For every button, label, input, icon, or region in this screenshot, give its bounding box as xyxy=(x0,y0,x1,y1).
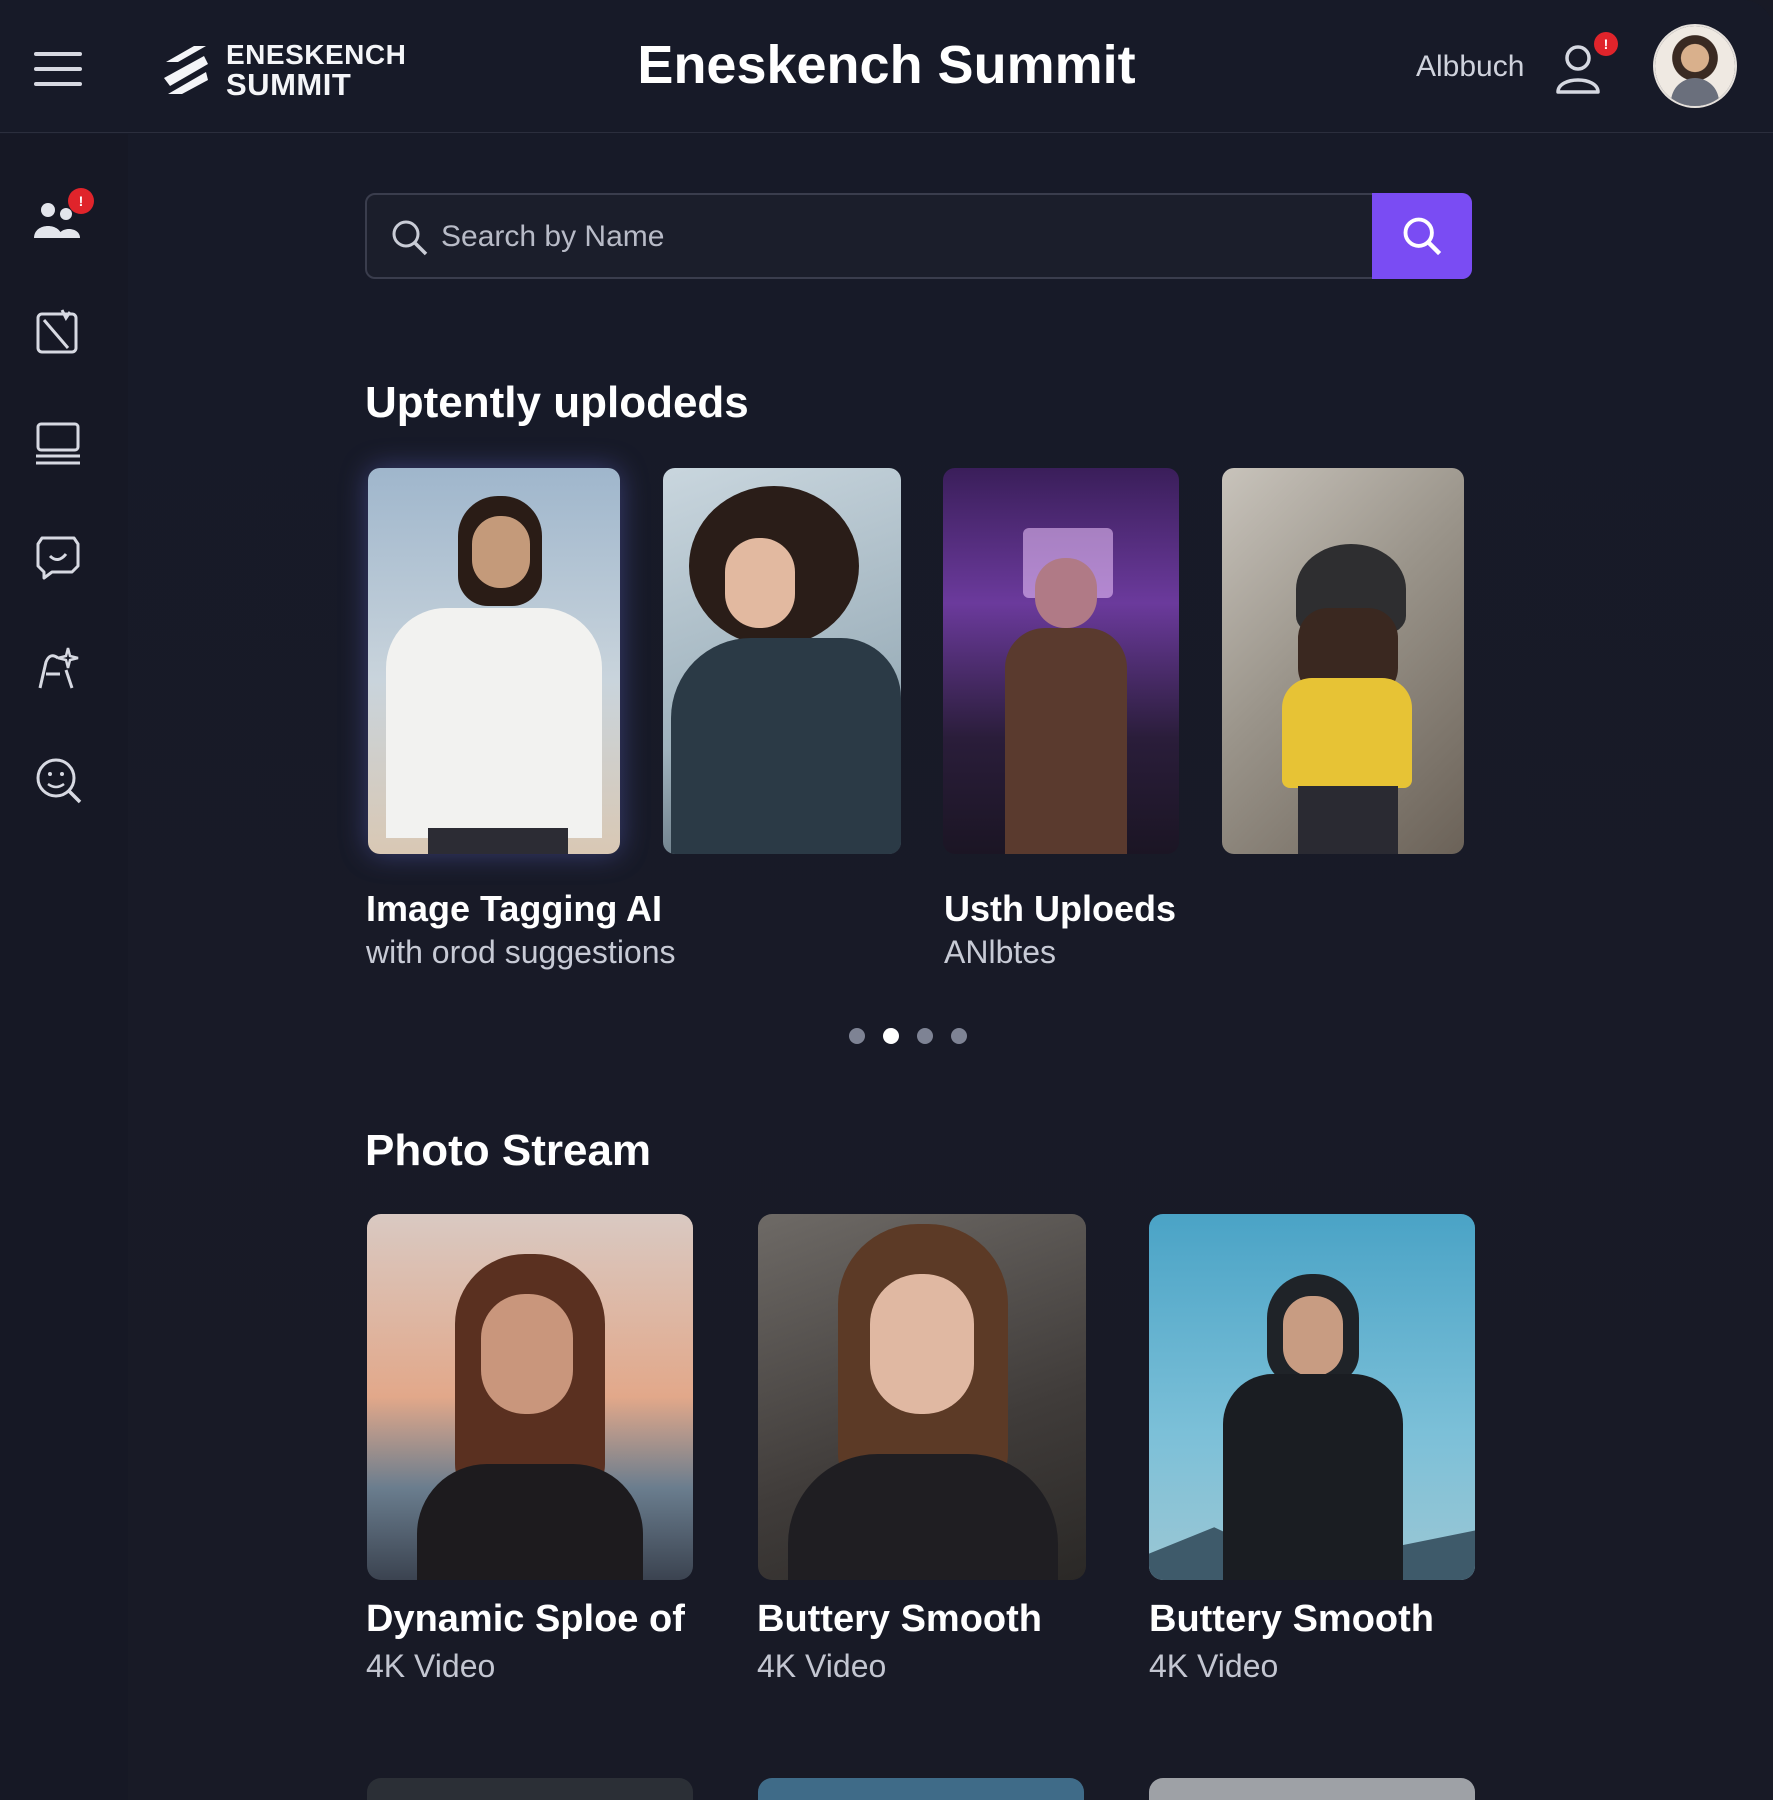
sidebar: ! xyxy=(0,134,128,1800)
stream-card-peek[interactable] xyxy=(367,1778,693,1800)
uploaded-caption-sub: with orod suggestions xyxy=(366,934,676,970)
stream-caption-sub: 4K Video xyxy=(757,1648,887,1684)
uploaded-caption-sub: ANlbtes xyxy=(944,934,1057,970)
logo-wordmark: ENESKENCH SUMMIT xyxy=(226,39,407,102)
carousel-pagination xyxy=(849,1028,967,1044)
stream-card-peek[interactable] xyxy=(758,1778,1084,1800)
header-link[interactable]: Albbuch xyxy=(1416,50,1524,84)
menu-icon[interactable] xyxy=(34,52,82,86)
stream-caption-sub: 4K Video xyxy=(1149,1648,1279,1684)
sidebar-item-devices[interactable] xyxy=(28,414,88,474)
stream-caption-title: Dynamic Sploe of xyxy=(366,1598,685,1640)
stream-section-title: Photo Stream xyxy=(365,1126,652,1175)
carousel-dot[interactable] xyxy=(917,1028,933,1044)
uploaded-caption-title: Usth Uploeds xyxy=(944,888,1177,929)
search-button[interactable] xyxy=(1372,193,1472,279)
uploaded-caption-title: Image Tagging AI xyxy=(366,888,663,929)
stream-caption-sub: 4K Video xyxy=(366,1648,496,1684)
people-badge: ! xyxy=(68,188,94,214)
logo-mark-icon xyxy=(164,46,208,94)
uploaded-section-title: Uptently uplodeds xyxy=(365,378,749,427)
search-input[interactable] xyxy=(441,211,1321,263)
magic-sparkle-icon xyxy=(38,647,79,689)
stream-card-peek[interactable] xyxy=(1149,1778,1475,1800)
stream-card[interactable] xyxy=(1149,1214,1475,1580)
top-bar: ENESKENCH SUMMIT Eneskench Summit Albbuc… xyxy=(0,0,1773,133)
app-window: ENESKENCH SUMMIT Eneskench Summit Albbuc… xyxy=(0,0,1773,1800)
search-bar xyxy=(365,193,1472,279)
face-scan-icon xyxy=(36,758,82,804)
stream-card[interactable] xyxy=(367,1214,693,1580)
stream-card[interactable] xyxy=(758,1214,1086,1580)
sidebar-item-edit[interactable] xyxy=(28,302,88,362)
chat-bubble-icon xyxy=(36,536,80,580)
sidebar-item-chat[interactable] xyxy=(28,526,88,586)
sidebar-item-face-search[interactable] xyxy=(28,750,88,810)
notification-badge: ! xyxy=(1594,32,1618,56)
stream-caption-title: Buttery Smooth xyxy=(757,1598,1042,1640)
carousel-dot[interactable] xyxy=(951,1028,967,1044)
uploaded-card[interactable] xyxy=(663,468,901,854)
logo-line-1: ENESKENCH xyxy=(226,39,407,70)
search-icon xyxy=(392,220,428,256)
uploaded-card[interactable] xyxy=(1222,468,1464,854)
uploaded-card[interactable] xyxy=(943,468,1179,854)
search-button-icon xyxy=(1403,217,1442,256)
laptop-icon xyxy=(36,422,80,465)
uploaded-card[interactable] xyxy=(368,468,620,854)
logo-line-2: SUMMIT xyxy=(226,67,352,102)
edit-note-icon xyxy=(36,309,78,354)
stream-caption-title: Buttery Smooth xyxy=(1149,1598,1434,1640)
carousel-dot-active[interactable] xyxy=(883,1028,899,1044)
account-button[interactable]: ! xyxy=(1552,32,1618,96)
avatar[interactable] xyxy=(1655,26,1735,106)
carousel-dot[interactable] xyxy=(849,1028,865,1044)
brand-logo[interactable]: ENESKENCH SUMMIT xyxy=(160,40,406,100)
sidebar-item-magic[interactable] xyxy=(28,638,88,698)
sidebar-item-people[interactable]: ! xyxy=(28,188,94,250)
